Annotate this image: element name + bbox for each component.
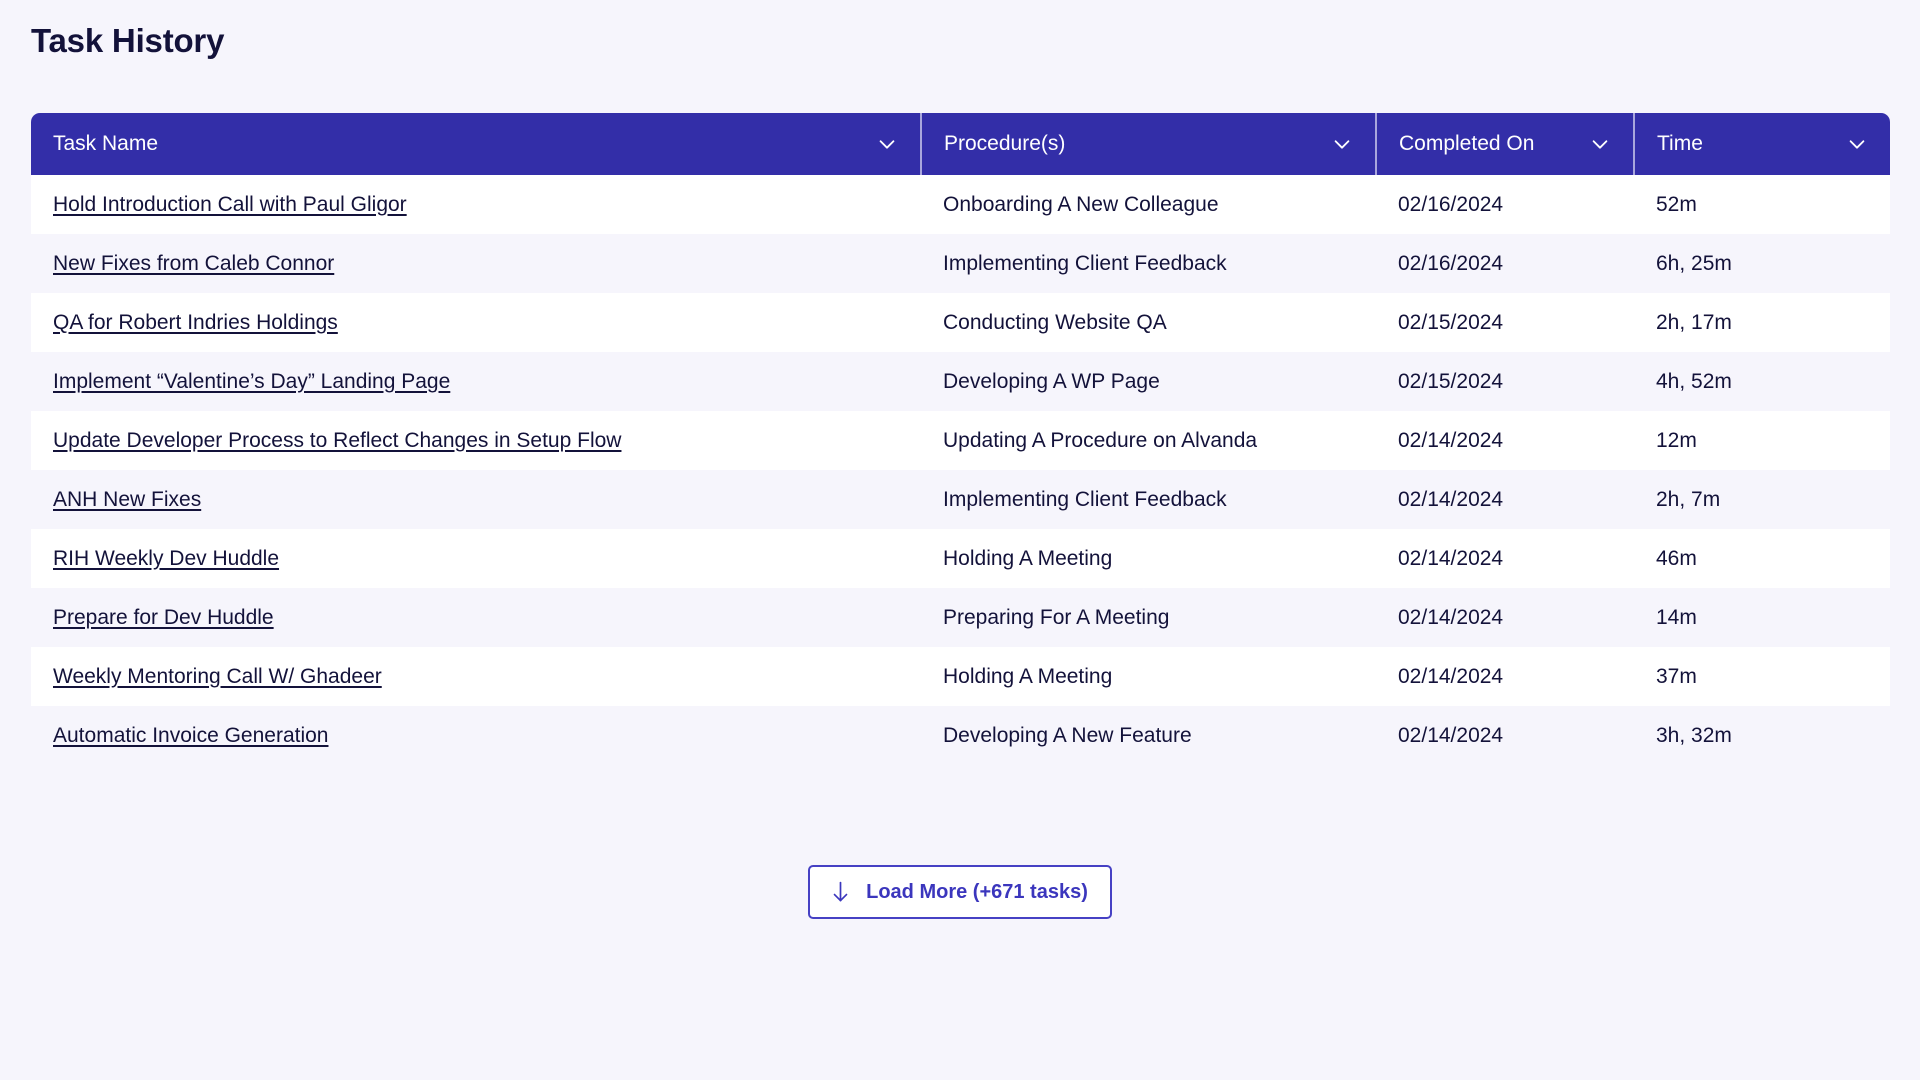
cell-completed-on: 02/15/2024: [1398, 369, 1504, 393]
task-name-link[interactable]: ANH New Fixes: [53, 488, 201, 511]
cell-completed-on: 02/15/2024: [1398, 310, 1504, 334]
cell-procedure: Implementing Client Feedback: [943, 251, 1227, 275]
task-name-link[interactable]: Hold Introduction Call with Paul Gligor: [53, 193, 407, 216]
task-history-table: Task Name Procedure(s) Completed On Time…: [31, 113, 1890, 765]
column-header-time[interactable]: Time: [1633, 113, 1890, 175]
table-row: RIH Weekly Dev Huddle Holding A Meeting …: [31, 529, 1890, 588]
cell-completed-on: 02/14/2024: [1398, 664, 1504, 688]
cell-completed-on: 02/16/2024: [1398, 192, 1504, 216]
table-row: Weekly Mentoring Call W/ Ghadeer Holding…: [31, 647, 1890, 706]
cell-completed-on: 02/14/2024: [1398, 605, 1504, 629]
cell-task-name: Implement “Valentine’s Day” Landing Page: [31, 352, 921, 411]
column-header-task-name[interactable]: Task Name: [31, 113, 921, 175]
cell-task-name: Automatic Invoice Generation: [31, 706, 921, 765]
cell-time: 6h, 25m: [1656, 251, 1732, 275]
cell-task-name: Hold Introduction Call with Paul Gligor: [31, 175, 921, 234]
cell-task-name: QA for Robert Indries Holdings: [31, 293, 921, 352]
cell-procedure: Onboarding A New Colleague: [943, 192, 1219, 216]
column-header-label: Procedure(s): [944, 132, 1066, 155]
task-name-link[interactable]: Automatic Invoice Generation: [53, 724, 328, 747]
task-name-link[interactable]: New Fixes from Caleb Connor: [53, 252, 334, 275]
cell-time: 2h, 7m: [1656, 487, 1721, 511]
chevron-down-icon[interactable]: [1589, 133, 1611, 155]
task-name-link[interactable]: Implement “Valentine’s Day” Landing Page: [53, 370, 450, 393]
task-history-page: Task History Task Name Procedure(s) Comp…: [0, 0, 1920, 1080]
table-row: New Fixes from Caleb Connor Implementing…: [31, 234, 1890, 293]
arrow-down-icon: [830, 880, 851, 904]
table-header-row: Task Name Procedure(s) Completed On Time: [31, 113, 1890, 175]
cell-procedure: Preparing For A Meeting: [943, 605, 1170, 629]
load-more-label: Load More (+671 tasks): [866, 881, 1088, 903]
cell-procedure: Developing A New Feature: [943, 723, 1192, 747]
column-header-label: Task Name: [53, 132, 159, 155]
chevron-down-icon[interactable]: [1331, 133, 1353, 155]
table-footer: Load More (+671 tasks): [0, 865, 1920, 919]
cell-time: 2h, 17m: [1656, 310, 1732, 334]
task-name-link[interactable]: QA for Robert Indries Holdings: [53, 311, 338, 334]
chevron-down-icon[interactable]: [1846, 133, 1868, 155]
table-row: Prepare for Dev Huddle Preparing For A M…: [31, 588, 1890, 647]
column-header-completed-on[interactable]: Completed On: [1375, 113, 1634, 175]
table-row: Automatic Invoice Generation Developing …: [31, 706, 1890, 765]
cell-completed-on: 02/14/2024: [1398, 546, 1504, 570]
cell-time: 46m: [1656, 546, 1697, 570]
cell-task-name: Weekly Mentoring Call W/ Ghadeer: [31, 647, 921, 706]
chevron-down-icon[interactable]: [876, 133, 898, 155]
table-row: Update Developer Process to Reflect Chan…: [31, 411, 1890, 470]
cell-procedure: Updating A Procedure on Alvanda: [943, 428, 1258, 452]
task-name-link[interactable]: Weekly Mentoring Call W/ Ghadeer: [53, 665, 382, 688]
cell-time: 37m: [1656, 664, 1697, 688]
cell-time: 12m: [1656, 428, 1697, 452]
column-header-label: Completed On: [1399, 132, 1535, 155]
table-row: Implement “Valentine’s Day” Landing Page…: [31, 352, 1890, 411]
cell-task-name: New Fixes from Caleb Connor: [31, 234, 921, 293]
load-more-button[interactable]: Load More (+671 tasks): [808, 865, 1112, 919]
cell-task-name: ANH New Fixes: [31, 470, 921, 529]
task-name-link[interactable]: Update Developer Process to Reflect Chan…: [53, 429, 621, 452]
cell-completed-on: 02/14/2024: [1398, 487, 1504, 511]
table-header: Task Name Procedure(s) Completed On Time: [31, 113, 1890, 175]
page-title: Task History: [31, 22, 225, 59]
cell-procedure: Implementing Client Feedback: [943, 487, 1227, 511]
cell-task-name: Update Developer Process to Reflect Chan…: [31, 411, 921, 470]
task-history-table-container: Task Name Procedure(s) Completed On Time…: [31, 113, 1890, 765]
cell-completed-on: 02/14/2024: [1398, 723, 1504, 747]
cell-completed-on: 02/16/2024: [1398, 251, 1504, 275]
table-row: Hold Introduction Call with Paul Gligor …: [31, 175, 1890, 234]
cell-completed-on: 02/14/2024: [1398, 428, 1504, 452]
cell-task-name: RIH Weekly Dev Huddle: [31, 529, 921, 588]
table-row: ANH New Fixes Implementing Client Feedba…: [31, 470, 1890, 529]
table-body: Hold Introduction Call with Paul Gligor …: [31, 175, 1890, 765]
task-name-link[interactable]: Prepare for Dev Huddle: [53, 606, 274, 629]
cell-procedure: Conducting Website QA: [943, 310, 1167, 334]
task-name-link[interactable]: RIH Weekly Dev Huddle: [53, 547, 279, 570]
table-row: QA for Robert Indries Holdings Conductin…: [31, 293, 1890, 352]
cell-time: 4h, 52m: [1656, 369, 1732, 393]
cell-time: 14m: [1656, 605, 1697, 629]
cell-procedure: Holding A Meeting: [943, 546, 1113, 570]
cell-time: 3h, 32m: [1656, 723, 1732, 747]
column-header-label: Time: [1657, 132, 1703, 155]
column-header-procedures[interactable]: Procedure(s): [920, 113, 1376, 175]
cell-time: 52m: [1656, 192, 1697, 216]
cell-task-name: Prepare for Dev Huddle: [31, 588, 921, 647]
cell-procedure: Holding A Meeting: [943, 664, 1113, 688]
cell-procedure: Developing A WP Page: [943, 369, 1160, 393]
